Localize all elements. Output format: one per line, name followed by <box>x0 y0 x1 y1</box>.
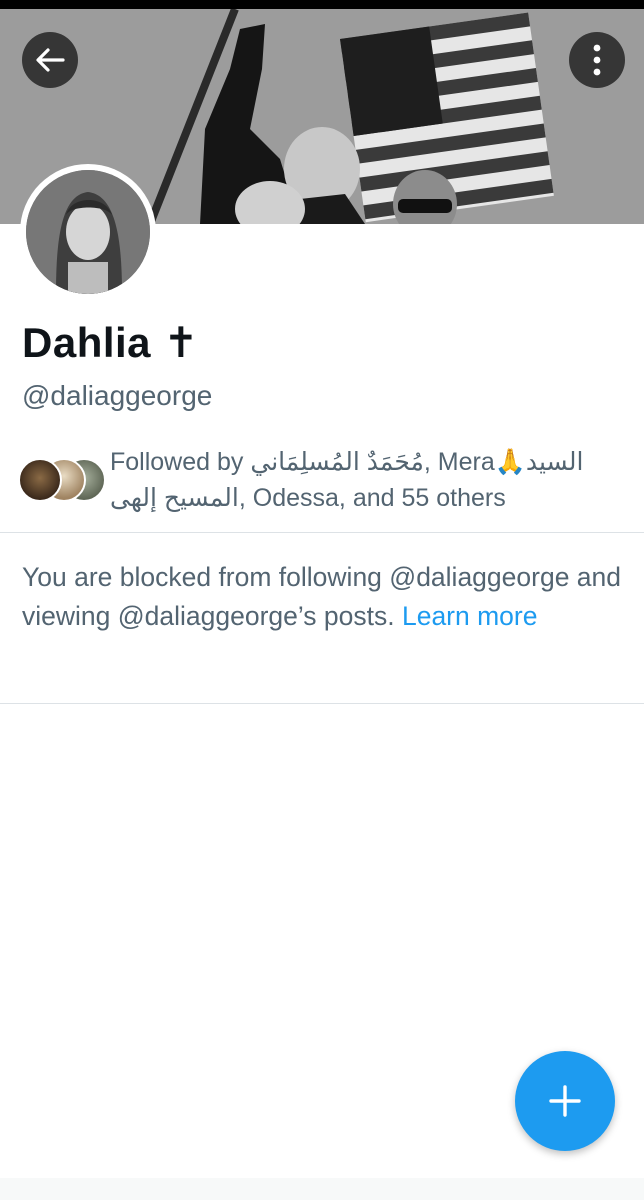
learn-more-link[interactable]: Learn more <box>402 601 538 631</box>
divider <box>0 532 644 533</box>
followed-by-row[interactable]: Followed by مُحَمَدٌ المُسلِمَاني, Mera🙏… <box>18 444 628 520</box>
avatar[interactable] <box>20 164 156 300</box>
follower-avatars <box>18 458 108 502</box>
arrow-left-icon <box>36 48 65 72</box>
followed-by-text: Followed by مُحَمَدٌ المُسلِمَاني, Mera🙏… <box>110 448 584 512</box>
more-options-button[interactable] <box>569 32 625 88</box>
avatar-image <box>26 170 150 294</box>
plus-icon <box>549 1085 581 1117</box>
follower-avatar <box>18 458 62 502</box>
user-handle: @daliaggeorge <box>22 380 213 411</box>
status-bar <box>0 0 644 9</box>
divider <box>0 703 644 704</box>
display-name: Dahlia ✝ <box>22 319 199 366</box>
back-button[interactable] <box>22 32 78 88</box>
bottom-bar <box>0 1178 644 1200</box>
compose-button[interactable] <box>515 1051 615 1151</box>
more-vertical-icon <box>593 44 601 76</box>
blocked-message: You are blocked from following @daliagge… <box>22 558 632 635</box>
